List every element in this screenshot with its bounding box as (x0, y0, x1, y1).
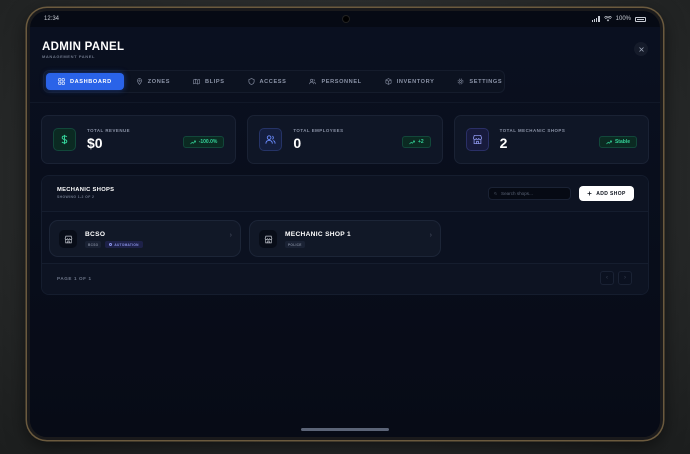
tab-label: SETTINGS (469, 78, 503, 85)
page-subtitle: MANAGEMENT PANEL (42, 54, 96, 59)
shop-tag: BCSO (85, 241, 102, 248)
tablet-frame: 12:34 100% ADMIN PANEL MANAGEMENT PANEL … (27, 8, 663, 440)
shield-icon (248, 78, 254, 85)
stat-label: TOTAL EMPLOYEES (293, 128, 344, 133)
tab-label: PERSONNEL (321, 78, 362, 85)
stats-row: TOTAL REVENUE $0 -100.0% TOTAL EMPLOYEES… (41, 115, 649, 164)
tab-zones[interactable]: ZONES (125, 73, 181, 90)
chevron-right-icon: › (624, 275, 626, 281)
shop-tag: POLICE (285, 241, 305, 248)
signal-icon (591, 16, 600, 22)
chevron-right-icon: › (429, 232, 432, 239)
store-icon (59, 230, 77, 248)
shop-tags: POLICE (285, 241, 305, 248)
chevron-left-icon: ‹ (606, 275, 608, 281)
status-indicators: 100% (591, 16, 646, 22)
panel-header: ADMIN PANEL MANAGEMENT PANEL (42, 41, 124, 59)
shop-card-bcso[interactable]: BCSO BCSO AUTOMATION › (49, 220, 241, 257)
gear-icon (458, 78, 464, 85)
trending-icon (409, 140, 415, 144)
page-info: PAGE 1 OF 1 (57, 276, 92, 281)
search-box (488, 187, 571, 200)
map-pin-icon (136, 78, 142, 85)
tab-inventory[interactable]: INVENTORY (374, 73, 446, 90)
section-subtitle: SHOWING 1-2 OF 2 (57, 195, 95, 199)
store-icon (465, 128, 489, 151)
wifi-icon (603, 16, 612, 22)
tab-settings[interactable]: SETTINGS (446, 73, 513, 90)
search-icon (494, 192, 497, 195)
shop-name: BCSO (85, 231, 106, 238)
tab-label: ZONES (147, 78, 171, 85)
trend-value: -100.0% (198, 139, 218, 145)
tab-blips[interactable]: BLIPS (182, 73, 235, 90)
chevron-right-icon: › (229, 232, 232, 239)
prev-page-button[interactable]: ‹ (600, 271, 614, 285)
users-icon (259, 128, 283, 151)
page-title: ADMIN PANEL (42, 41, 125, 53)
stat-label: TOTAL REVENUE (87, 128, 131, 133)
header-divider (30, 102, 660, 103)
trend-badge: +2 (401, 136, 431, 148)
automation-label: AUTOMATION (114, 242, 139, 247)
tab-dashboard[interactable]: DASHBOARD (46, 73, 124, 90)
search-input[interactable] (501, 191, 565, 196)
tab-access[interactable]: ACCESS (237, 73, 298, 90)
box-icon (385, 78, 392, 85)
dashboard-icon (58, 78, 65, 85)
trending-icon (189, 140, 196, 144)
shop-name: MECHANIC SHOP 1 (285, 231, 351, 238)
main-nav: DASHBOARD ZONES BLIPS ACCESS PERSONNEL I… (43, 70, 505, 93)
stat-value: 2 (499, 135, 508, 151)
trend-badge: -100.0% (182, 136, 225, 148)
tab-label: INVENTORY (396, 78, 435, 85)
battery-percent: 100% (615, 16, 631, 22)
admin-panel: ADMIN PANEL MANAGEMENT PANEL DASHBOARD Z… (30, 27, 660, 437)
add-shop-button[interactable]: ADD SHOP (579, 186, 634, 201)
store-icon (259, 230, 277, 248)
stat-value: 0 (293, 135, 302, 151)
add-shop-label: ADD SHOP (596, 190, 626, 197)
dollar-icon (53, 128, 76, 151)
mechanic-shops-section: MECHANIC SHOPS SHOWING 1-2 OF 2 ADD SHOP (41, 175, 649, 295)
pagination: PAGE 1 OF 1 ‹ › (42, 263, 648, 294)
stat-card-employees: TOTAL EMPLOYEES 0 +2 (247, 115, 443, 164)
shop-card-mechanic-shop-1[interactable]: MECHANIC SHOP 1 POLICE › (249, 220, 441, 257)
battery-icon (635, 16, 646, 22)
shop-list: BCSO BCSO AUTOMATION › MECHANIC SHOP 1 P… (49, 220, 441, 257)
stat-label: TOTAL MECHANIC SHOPS (499, 128, 566, 133)
section-title: MECHANIC SHOPS (57, 187, 115, 193)
trend-value: Stable (614, 139, 630, 145)
automation-tag: AUTOMATION (105, 241, 143, 248)
trending-icon (606, 140, 612, 144)
users-icon (309, 78, 317, 85)
stat-value: $0 (87, 135, 103, 151)
next-page-button[interactable]: › (618, 271, 632, 285)
tab-label: DASHBOARD (70, 78, 112, 85)
stat-card-revenue: TOTAL REVENUE $0 -100.0% (41, 115, 237, 164)
automation-icon (109, 243, 113, 246)
shop-tags: BCSO AUTOMATION (85, 241, 143, 248)
tablet-screen: 12:34 100% ADMIN PANEL MANAGEMENT PANEL … (30, 11, 660, 437)
trend-badge: Stable (598, 136, 637, 148)
close-icon (638, 46, 644, 52)
shops-header: MECHANIC SHOPS SHOWING 1-2 OF 2 ADD SHOP (42, 176, 648, 212)
home-indicator[interactable] (301, 428, 389, 431)
tab-label: BLIPS (205, 78, 225, 85)
tab-label: ACCESS (259, 78, 287, 85)
plus-icon (587, 191, 592, 196)
status-time: 12:34 (44, 16, 60, 22)
map-icon (193, 78, 200, 85)
stat-card-shops: TOTAL MECHANIC SHOPS 2 Stable (453, 115, 649, 164)
camera-dot (343, 16, 349, 22)
tab-personnel[interactable]: PERSONNEL (298, 73, 372, 90)
close-button[interactable] (634, 42, 648, 56)
trend-value: +2 (417, 139, 424, 145)
